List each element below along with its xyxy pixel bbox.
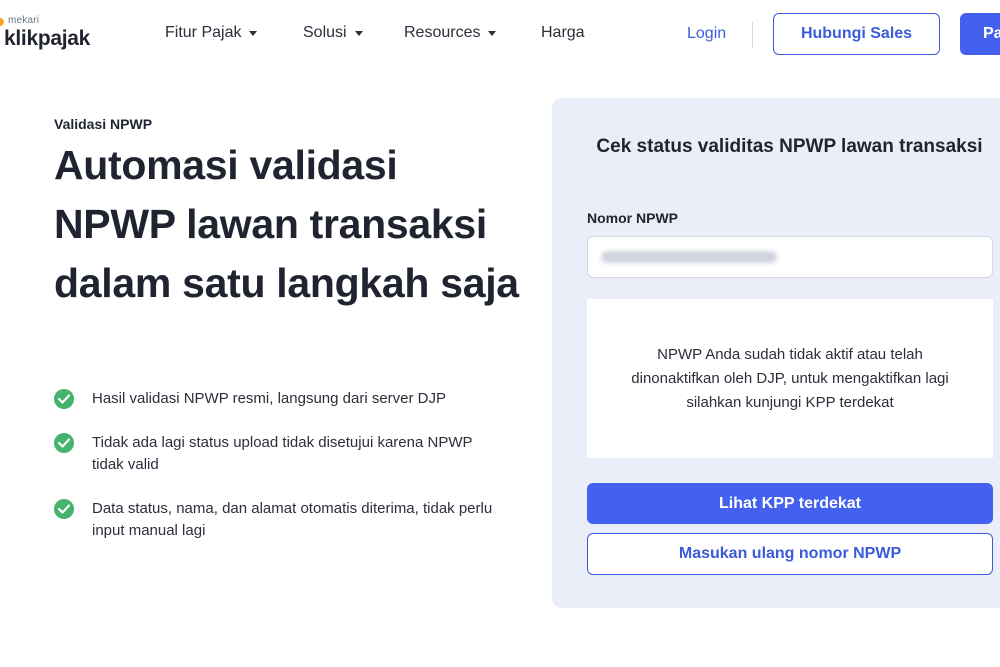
nav-item-label: Solusi — [303, 24, 347, 41]
feature-item: Data status, nama, dan alamat otomatis d… — [54, 498, 504, 542]
npwp-field-label: Nomor NPWP — [587, 210, 678, 226]
status-message-box: NPWP Anda sudah tidak aktif atau telah d… — [587, 299, 993, 458]
npwp-check-card: Cek status validitas NPWP lawan transaks… — [552, 98, 1000, 608]
nav-item-resources[interactable]: Resources — [404, 24, 497, 42]
klikpajak-logo[interactable]: mekari klikpajak — [0, 14, 110, 54]
hero-eyebrow: Validasi NPWP — [54, 116, 153, 132]
reenter-npwp-button[interactable]: Masukan ulang nomor NPWP — [587, 533, 993, 575]
contact-sales-button[interactable]: Hubungi Sales — [773, 13, 940, 55]
feature-list: Hasil validasi NPWP resmi, langsung dari… — [54, 388, 504, 564]
feature-text: Hasil validasi NPWP resmi, langsung dari… — [92, 390, 447, 407]
status-message: NPWP Anda sudah tidak aktif atau telah d… — [631, 345, 949, 411]
logo-tagline: mekari — [8, 15, 40, 26]
view-nearest-kpp-button[interactable]: Lihat KPP terdekat — [587, 483, 993, 524]
nav-item-solusi[interactable]: Solusi — [303, 24, 363, 42]
nav-item-label: Resources — [404, 24, 481, 41]
card-title: Cek status validitas NPWP lawan transaks… — [596, 136, 983, 157]
nav-item-label: Harga — [541, 24, 585, 41]
feature-item: Tidak ada lagi status upload tidak diset… — [54, 432, 504, 476]
logo-wordmark: klikpajak — [4, 27, 91, 50]
npwp-blurred-value — [601, 251, 777, 263]
hero-title: Automasi validasi NPWP lawan transaksi d… — [54, 142, 519, 306]
feature-text: Tidak ada lagi status upload tidak diset… — [92, 434, 473, 473]
check-circle-icon — [54, 433, 74, 453]
primary-cta-button[interactable]: Pa — [960, 13, 1000, 55]
chevron-down-icon — [488, 31, 497, 36]
nav-item-label: Fitur Pajak — [165, 24, 242, 41]
login-link[interactable]: Login — [687, 25, 726, 43]
logo-dot-icon — [0, 18, 4, 26]
feature-text: Data status, nama, dan alamat otomatis d… — [92, 500, 493, 539]
top-navbar: mekari klikpajak Fitur Pajak Solusi Reso… — [0, 0, 1000, 70]
check-circle-icon — [54, 499, 74, 519]
nav-item-harga[interactable]: Harga — [541, 24, 585, 42]
feature-item: Hasil validasi NPWP resmi, langsung dari… — [54, 388, 504, 410]
chevron-down-icon — [249, 31, 258, 36]
nav-item-fitur-pajak[interactable]: Fitur Pajak — [165, 24, 258, 42]
check-circle-icon — [54, 389, 74, 409]
chevron-down-icon — [354, 31, 363, 36]
nav-divider — [752, 22, 753, 48]
